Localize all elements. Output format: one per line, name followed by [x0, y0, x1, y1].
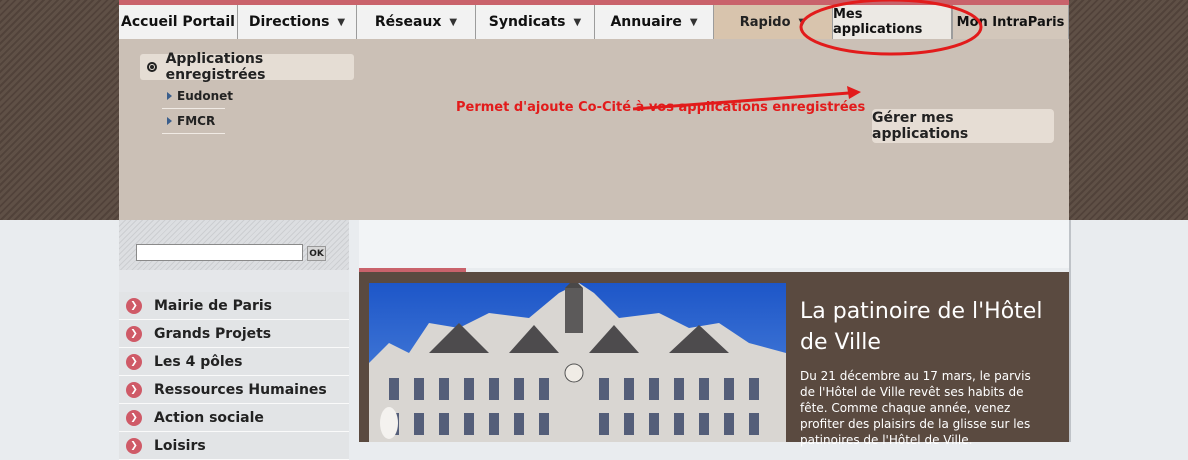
menu-item-label: Grands Projets — [154, 325, 272, 342]
arrow-right-circle-icon: ❯ — [126, 409, 142, 426]
arrow-right-circle-icon: ❯ — [126, 325, 142, 342]
page-edge-shadow — [1069, 220, 1071, 442]
arrow-right-circle-icon: ❯ — [126, 437, 142, 454]
menu-item-action-sociale[interactable]: ❯ Action sociale — [119, 404, 349, 432]
feature-block: La patinoire de l'Hôtel de Ville Du 21 d… — [359, 272, 1069, 447]
content-header-area — [359, 220, 1069, 268]
menu-item-label: Les 4 pôles — [154, 353, 243, 370]
menu-item-mairie-de-paris[interactable]: ❯ Mairie de Paris — [119, 292, 349, 320]
arrow-right-circle-icon: ❯ — [126, 297, 142, 314]
feature-title[interactable]: La patinoire de l'Hôtel de Ville — [800, 296, 1050, 358]
search-input[interactable] — [136, 244, 303, 261]
search-ok-button[interactable]: OK — [307, 246, 326, 261]
left-sidebar: OK ❯ Mairie de Paris ❯ Grands Projets ❯ Les… — [119, 220, 349, 460]
menu-item-grands-projets[interactable]: ❯ Grands Projets — [119, 320, 349, 348]
highlight-ellipse — [799, 0, 983, 56]
menu-item-label: Ressources Humaines — [154, 381, 327, 398]
menu-item-label: Loisirs — [154, 437, 206, 454]
page: Accueil Portail Directions ▼ Réseaux ▼ Syn… — [119, 0, 1071, 460]
menu-item-label: Mairie de Paris — [154, 297, 273, 314]
feature-description: Du 21 décembre au 17 mars, le parvis de … — [800, 369, 1031, 447]
annotation-overlay — [632, 0, 983, 111]
arrow-right-circle-icon: ❯ — [126, 381, 142, 398]
building-illustration — [369, 283, 786, 442]
hotel-de-ville-photo[interactable] — [369, 283, 786, 442]
annotation-arrow-line — [632, 91, 850, 111]
annotation-arrowhead — [847, 86, 861, 99]
arrow-right-circle-icon: ❯ — [126, 353, 142, 370]
menu-item-les-4-poles[interactable]: ❯ Les 4 pôles — [119, 348, 349, 376]
menu-item-loisirs[interactable]: ❯ Loisirs — [119, 432, 349, 460]
search-box: OK — [119, 220, 349, 270]
menu-item-ressources-humaines[interactable]: ❯ Ressources Humaines — [119, 376, 349, 404]
menu-item-label: Action sociale — [154, 409, 264, 426]
